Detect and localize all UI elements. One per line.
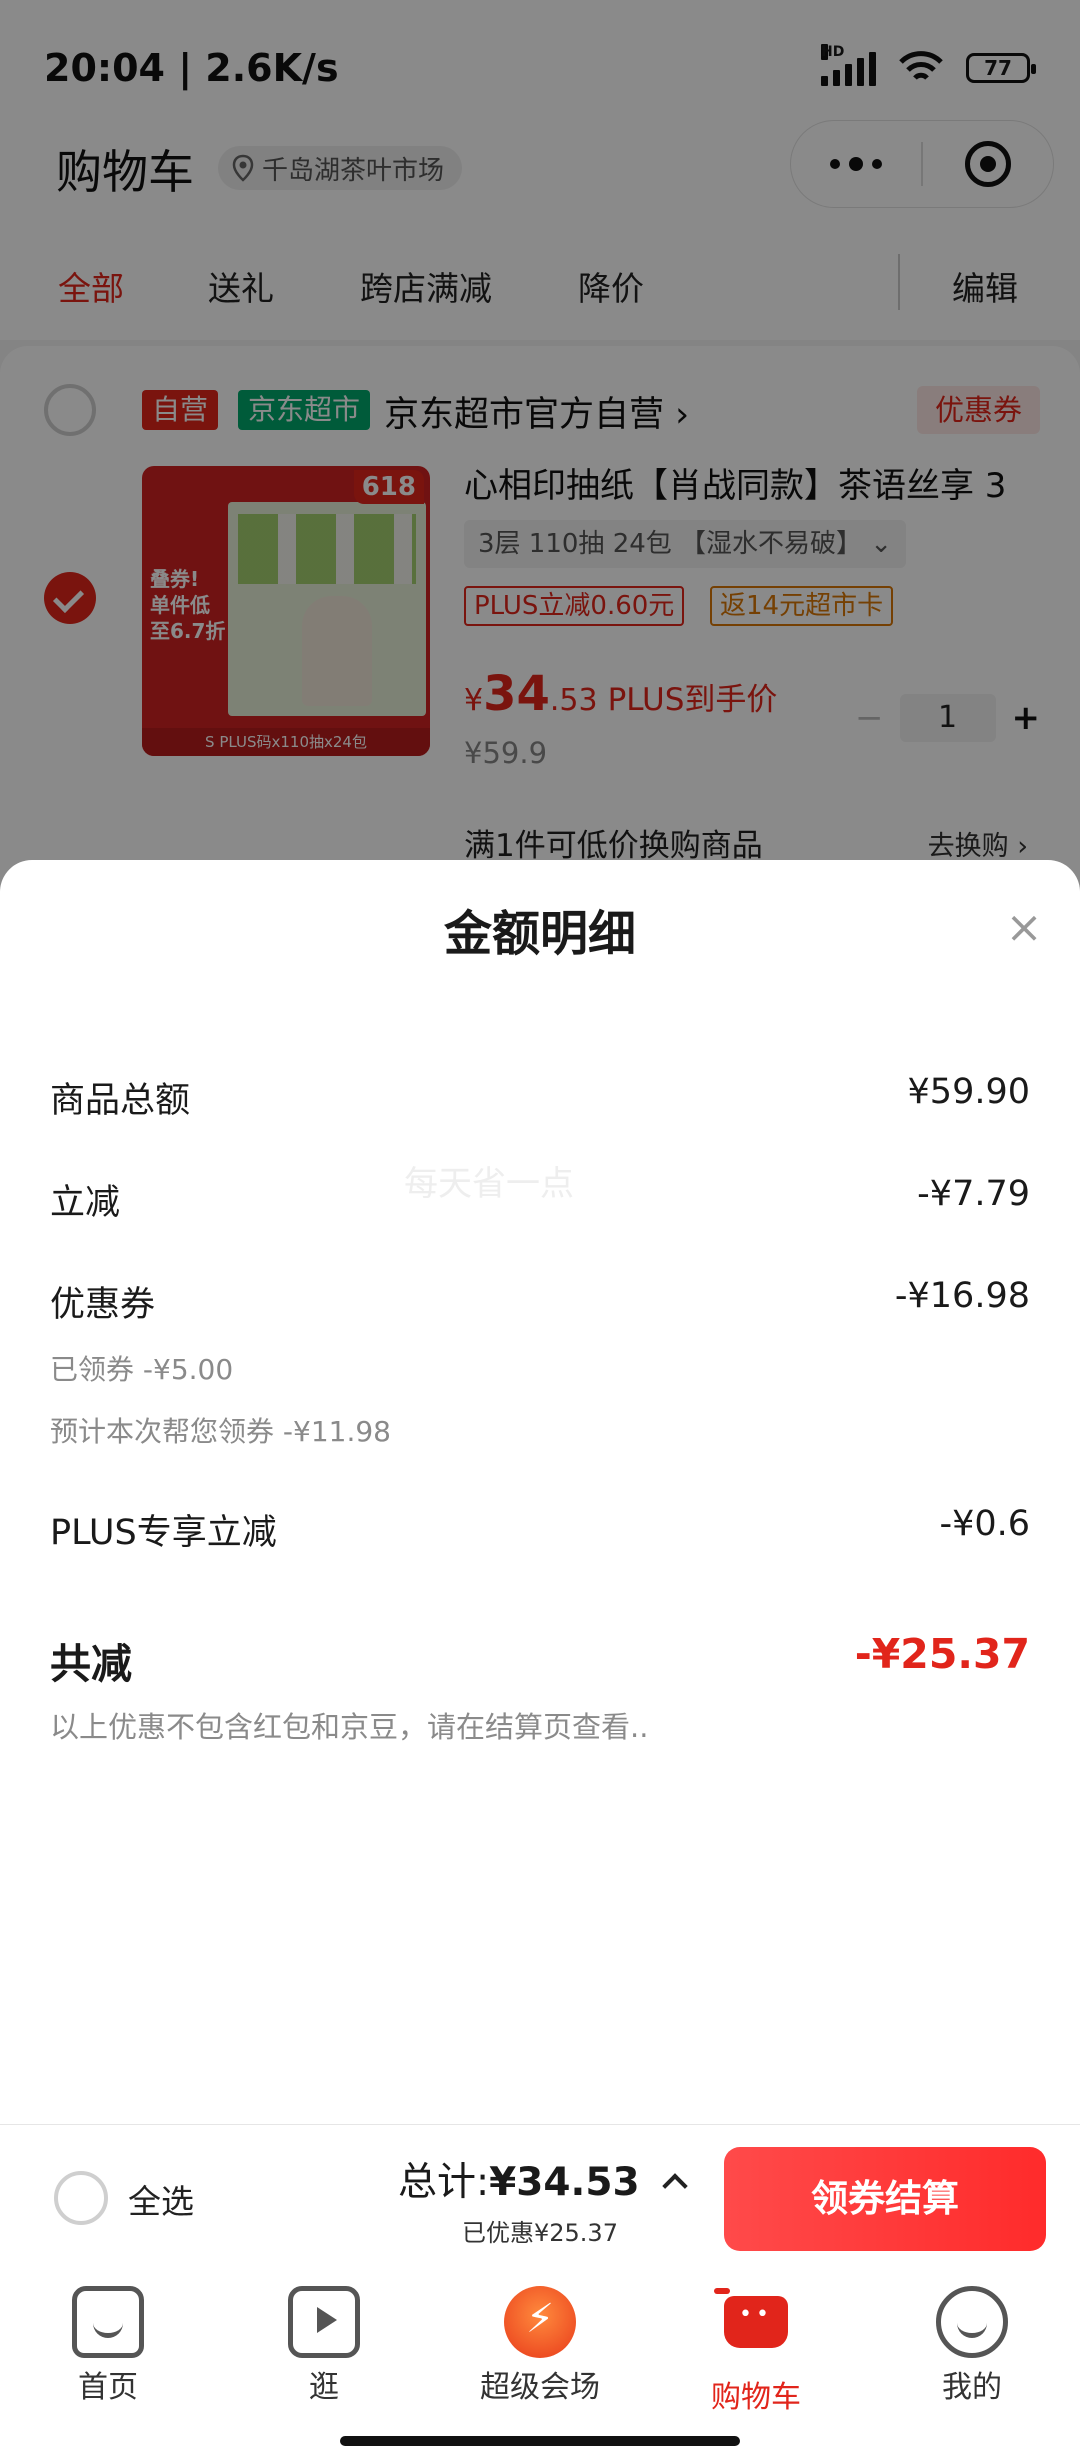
close-icon[interactable]: × xyxy=(996,900,1052,956)
super-venue-icon xyxy=(504,2286,576,2358)
total-discount-label: 共减 xyxy=(50,1640,132,1688)
total-price: 总计:¥34.53 xyxy=(398,2151,640,2207)
instant-discount-value: -¥7.79 xyxy=(917,1174,1030,1214)
goods-total-label: 商品总额 xyxy=(50,1081,191,1121)
tabbar-cart[interactable]: 购物车 xyxy=(648,2286,864,2416)
total-amount: ¥34.53 xyxy=(489,2160,640,2205)
chevron-up-icon[interactable] xyxy=(660,2165,690,2195)
goods-total-value: ¥59.90 xyxy=(907,1072,1030,1112)
tabbar-browse-label: 逛 xyxy=(309,2370,339,2405)
profile-icon xyxy=(936,2286,1008,2358)
coupon-estimate-line: 预计本次帮您领券 -¥11.98 xyxy=(50,1415,391,1448)
home-icon xyxy=(72,2286,144,2358)
select-all-checkbox[interactable] xyxy=(54,2171,108,2225)
tabbar-profile-label: 我的 xyxy=(942,2370,1002,2405)
bottom-tab-bar: 首页 逛 超级会场 购物车 我的 xyxy=(0,2268,1080,2460)
coupon-claimed-line: 已领券 -¥5.00 xyxy=(50,1353,234,1386)
checkout-button[interactable]: 领券结算 xyxy=(724,2147,1046,2251)
total-prefix: 总计: xyxy=(398,2160,490,2205)
tabbar-super-venue[interactable]: 超级会场 xyxy=(432,2286,648,2406)
home-indicator xyxy=(340,2436,740,2446)
coupon-value: -¥16.98 xyxy=(894,1276,1030,1316)
video-icon xyxy=(288,2286,360,2358)
tabbar-home[interactable]: 首页 xyxy=(0,2286,216,2406)
total-discount-value: -¥25.37 xyxy=(854,1630,1030,1678)
tabbar-profile[interactable]: 我的 xyxy=(864,2286,1080,2406)
tabbar-super-venue-label: 超级会场 xyxy=(480,2370,600,2405)
tabbar-home-label: 首页 xyxy=(78,2370,138,2405)
tabbar-cart-label: 购物车 xyxy=(711,2380,801,2415)
tabbar-browse[interactable]: 逛 xyxy=(216,2286,432,2406)
plus-discount-value: -¥0.6 xyxy=(939,1504,1030,1544)
plus-discount-label: PLUS专享立减 xyxy=(50,1513,277,1553)
select-all-label[interactable]: 全选 xyxy=(128,2175,194,2223)
cart-icon-wrap xyxy=(714,2288,792,2368)
watermark-text: 每天省一点 xyxy=(404,1164,574,1204)
saved-amount: 已优惠¥25.37 xyxy=(462,2219,618,2247)
checkout-bar: 全选 总计:¥34.53 已优惠¥25.37 领券结算 xyxy=(0,2124,1080,2266)
instant-discount-label: 立减 xyxy=(50,1183,121,1223)
sheet-title: 金额明细 xyxy=(443,906,636,962)
cart-icon xyxy=(714,2288,788,2348)
discount-note: 以上优惠不包含红包和京豆，请在结算页查看.. xyxy=(50,1710,649,1744)
coupon-label: 优惠券 xyxy=(50,1285,156,1325)
